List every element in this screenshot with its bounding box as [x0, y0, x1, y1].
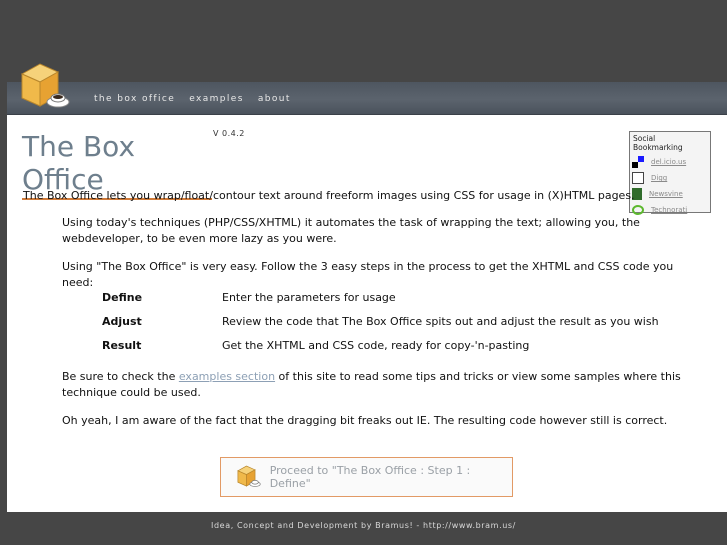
- step-name: Result: [102, 339, 142, 352]
- paragraph-steps-intro: Using "The Box Office" is very easy. Fol…: [62, 260, 674, 289]
- delicious-icon: [632, 156, 644, 168]
- digg-icon: [632, 172, 644, 184]
- social-link-technorati[interactable]: Technorati: [651, 206, 687, 214]
- social-item-digg: Digg: [630, 170, 710, 186]
- social-item-delicious: del.icio.us: [630, 154, 710, 170]
- version-label: V 0.4.2: [213, 129, 245, 138]
- step-name: Define: [102, 291, 143, 304]
- paragraph-ie-note: Oh yeah, I am aware of the fact that the…: [62, 414, 668, 427]
- social-link-newsvine[interactable]: Newsvine: [649, 190, 683, 198]
- proceed-label: Proceed to "The Box Office : Step 1 : De…: [269, 464, 471, 490]
- paragraph-techniques: Using today's techniques (PHP/CSS/XHTML)…: [62, 216, 640, 245]
- steps-list: Define Enter the parameters for usage Ad…: [102, 291, 659, 363]
- social-item-newsvine: Newsvine: [630, 186, 710, 202]
- main-nav: the box office examples about: [94, 94, 305, 104]
- social-link-delicious[interactable]: del.icio.us: [651, 158, 686, 166]
- social-title: Social Bookmarking: [633, 134, 683, 152]
- step-desc: Review the code that The Box Office spit…: [222, 315, 659, 328]
- box-icon: [237, 465, 261, 487]
- step-desc: Get the XHTML and CSS code, ready for co…: [222, 339, 530, 352]
- content-panel: The Box Office V 0.4.2 Social Bookmarkin…: [7, 115, 727, 512]
- nav-examples[interactable]: examples: [189, 94, 244, 104]
- box-logo-icon: [20, 63, 70, 108]
- examples-section-link[interactable]: examples section: [179, 370, 275, 383]
- step-adjust: Adjust Review the code that The Box Offi…: [102, 315, 659, 339]
- step-desc: Enter the parameters for usage: [222, 291, 396, 304]
- nav-the-box-office[interactable]: the box office: [94, 94, 175, 104]
- step-result: Result Get the XHTML and CSS code, ready…: [102, 339, 659, 363]
- footer-credit: Idea, Concept and Development by Bramus!…: [211, 521, 516, 530]
- paragraph-examples: Be sure to check the examples section of…: [62, 369, 707, 401]
- nav-about[interactable]: about: [258, 94, 291, 104]
- technorati-icon: [632, 205, 644, 215]
- proceed-button[interactable]: Proceed to "The Box Office : Step 1 : De…: [220, 457, 513, 497]
- intro-text: The Box Office lets you wrap/float/conto…: [23, 189, 635, 202]
- social-link-digg[interactable]: Digg: [651, 174, 667, 182]
- social-bookmarking-box: Social Bookmarking del.icio.us Digg News…: [629, 131, 711, 215]
- step-name: Adjust: [102, 315, 142, 328]
- step-define: Define Enter the parameters for usage: [102, 291, 659, 315]
- examples-text-before: Be sure to check the: [62, 370, 179, 383]
